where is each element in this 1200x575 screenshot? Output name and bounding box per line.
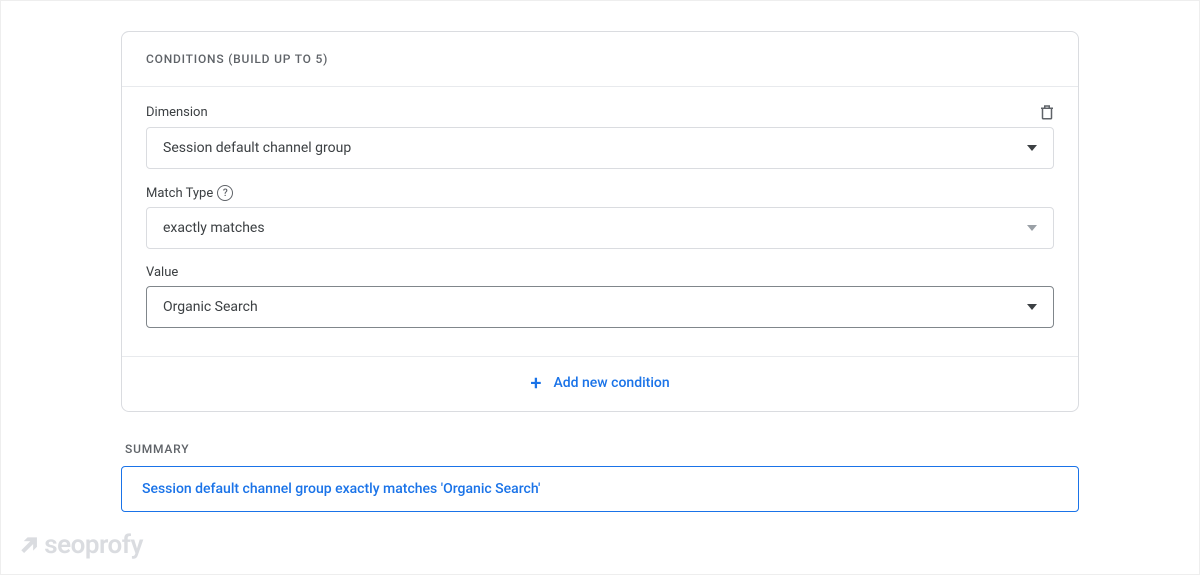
trash-icon[interactable] — [1038, 103, 1054, 121]
plus-icon: + — [530, 373, 541, 393]
value-select[interactable]: Organic Search — [146, 286, 1054, 328]
add-condition-button[interactable]: + Add new condition — [122, 356, 1078, 411]
arrow-icon: ➔ — [12, 527, 48, 563]
summary-box: Session default channel group exactly ma… — [121, 466, 1079, 512]
value-label: Value — [146, 265, 178, 280]
match-type-row: Match Type ? — [146, 185, 1054, 201]
value-row: Value — [146, 265, 1054, 280]
match-type-select[interactable]: exactly matches — [146, 207, 1054, 249]
conditions-card: CONDITIONS (BUILD UP TO 5) Dimension Ses… — [121, 31, 1079, 412]
match-type-label: Match Type ? — [146, 185, 233, 201]
add-condition-label: Add new condition — [553, 375, 669, 391]
chevron-down-icon — [1027, 304, 1037, 310]
conditions-body: Dimension Session default channel group … — [122, 87, 1078, 356]
summary-label: SUMMARY — [121, 442, 1079, 466]
dimension-select[interactable]: Session default channel group — [146, 127, 1054, 169]
chevron-down-icon — [1027, 145, 1037, 151]
help-icon[interactable]: ? — [217, 185, 233, 201]
dimension-row: Dimension — [146, 103, 1054, 121]
summary-text: Session default channel group exactly ma… — [142, 481, 540, 497]
watermark: ➔ seoprofy — [19, 530, 143, 560]
dimension-label: Dimension — [146, 105, 208, 120]
conditions-header: CONDITIONS (BUILD UP TO 5) — [122, 32, 1078, 87]
value-value: Organic Search — [163, 299, 258, 315]
chevron-down-icon — [1027, 225, 1037, 231]
match-type-value: exactly matches — [163, 220, 265, 236]
dimension-value: Session default channel group — [163, 140, 351, 156]
